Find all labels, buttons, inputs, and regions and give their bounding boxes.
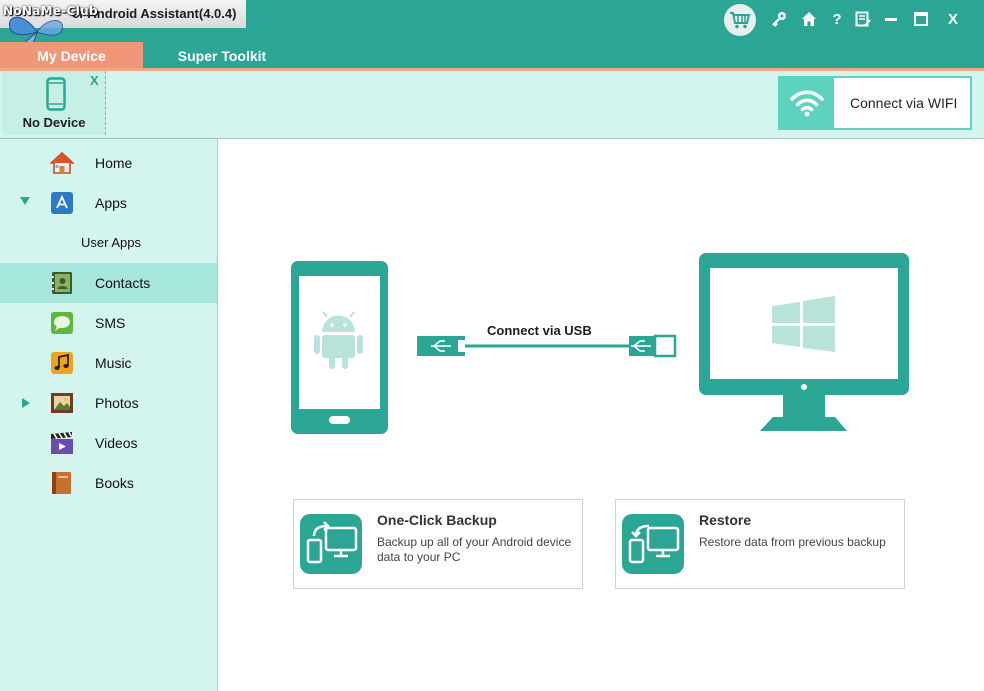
apps-icon (51, 192, 73, 214)
window-toolbar: ? X (724, 0, 984, 40)
chevron-down-icon[interactable] (20, 197, 30, 205)
help-button[interactable]: ? (826, 8, 848, 30)
wifi-icon-box (780, 78, 834, 128)
sidebar-item-apps[interactable]: Apps (0, 183, 217, 223)
home-icon (802, 12, 816, 26)
device-label: No Device (22, 115, 86, 130)
one-click-backup-button[interactable]: One-Click Backup Backup up all of your A… (293, 499, 583, 589)
watermark: er Android Assistant(4.0.4) NoNaMe-Club (0, 0, 246, 53)
sidebar-label-photos: Photos (95, 395, 139, 411)
sidebar-label-books: Books (95, 475, 134, 491)
backup-title: One-Click Backup (377, 512, 497, 528)
restore-icon (628, 524, 680, 564)
tab-super-toolkit[interactable]: Super Toolkit (160, 42, 284, 70)
backup-icon-box (300, 514, 362, 574)
home-icon (50, 151, 74, 174)
backup-description: Backup up all of your Android device dat… (377, 535, 572, 564)
watermark-text: NoNaMe-Club (3, 4, 98, 18)
sidebar-label-contacts: Contacts (95, 275, 151, 291)
wifi-label: Connect via WIFI (850, 95, 958, 111)
minimize-button[interactable] (880, 8, 902, 30)
windows-monitor-icon (699, 253, 909, 431)
feedback-button[interactable] (852, 8, 874, 30)
sidebar-item-home[interactable]: Home (0, 143, 217, 183)
maximize-button[interactable] (910, 8, 932, 30)
main-tabs: My Device Super Toolkit (0, 42, 400, 70)
sidebar-label-apps: Apps (95, 195, 127, 211)
connect-wifi-button[interactable]: Connect via WIFI (778, 76, 972, 130)
restore-icon-box (622, 514, 684, 574)
chevron-right-icon[interactable] (22, 398, 30, 408)
main-panel: Connect via USB One-Click Backup Backup … (219, 139, 984, 691)
sidebar-label-user-apps: User Apps (81, 235, 141, 250)
tab-my-device[interactable]: My Device (0, 42, 143, 70)
key-icon (772, 12, 786, 27)
sidebar-item-videos[interactable]: Videos (0, 423, 217, 463)
photos-icon (51, 393, 73, 413)
device-bar: X No Device Connect via WIFI (0, 71, 984, 139)
usb-connection-illustration (291, 253, 909, 434)
android-phone-icon (291, 261, 388, 434)
cart-icon (730, 12, 751, 29)
title-bar: er Android Assistant(4.0.4) NoNaMe-Club … (0, 0, 984, 70)
sidebar-item-music[interactable]: Music (0, 343, 217, 383)
key-button[interactable] (768, 8, 790, 30)
wifi-icon (790, 90, 824, 117)
sidebar-label-music: Music (95, 355, 132, 371)
device-tile[interactable]: X No Device (2, 71, 106, 135)
sms-icon (51, 312, 73, 334)
music-icon (51, 352, 73, 374)
close-button[interactable]: X (942, 8, 964, 30)
maximize-icon (914, 12, 928, 26)
contacts-icon (51, 272, 72, 294)
sidebar-item-photos[interactable]: Photos (0, 383, 217, 423)
device-close-button[interactable]: X (90, 73, 99, 88)
videos-icon (51, 431, 73, 454)
sidebar-label-home: Home (95, 155, 133, 171)
restore-description: Restore data from previous backup (699, 535, 886, 549)
books-icon (52, 472, 71, 494)
phone-icon (46, 77, 66, 111)
feedback-icon (855, 11, 871, 27)
usb-connection-label: Connect via USB (487, 323, 592, 338)
sidebar-item-sms[interactable]: SMS (0, 303, 217, 343)
sidebar-label-videos: Videos (95, 435, 138, 451)
sidebar: Home Apps User Apps Contacts SMS Music P… (0, 139, 218, 691)
sidebar-item-books[interactable]: Books (0, 463, 217, 503)
minimize-icon (885, 18, 897, 21)
sidebar-item-contacts[interactable]: Contacts (0, 263, 217, 303)
home-button[interactable] (798, 8, 820, 30)
sidebar-label-sms: SMS (95, 315, 126, 331)
sidebar-item-user-apps[interactable]: User Apps (0, 223, 217, 263)
backup-icon (306, 521, 358, 564)
restore-button[interactable]: Restore Restore data from previous backu… (615, 499, 905, 589)
cart-button[interactable] (724, 4, 756, 36)
restore-title: Restore (699, 512, 752, 528)
usb-cable-icon (417, 334, 677, 358)
